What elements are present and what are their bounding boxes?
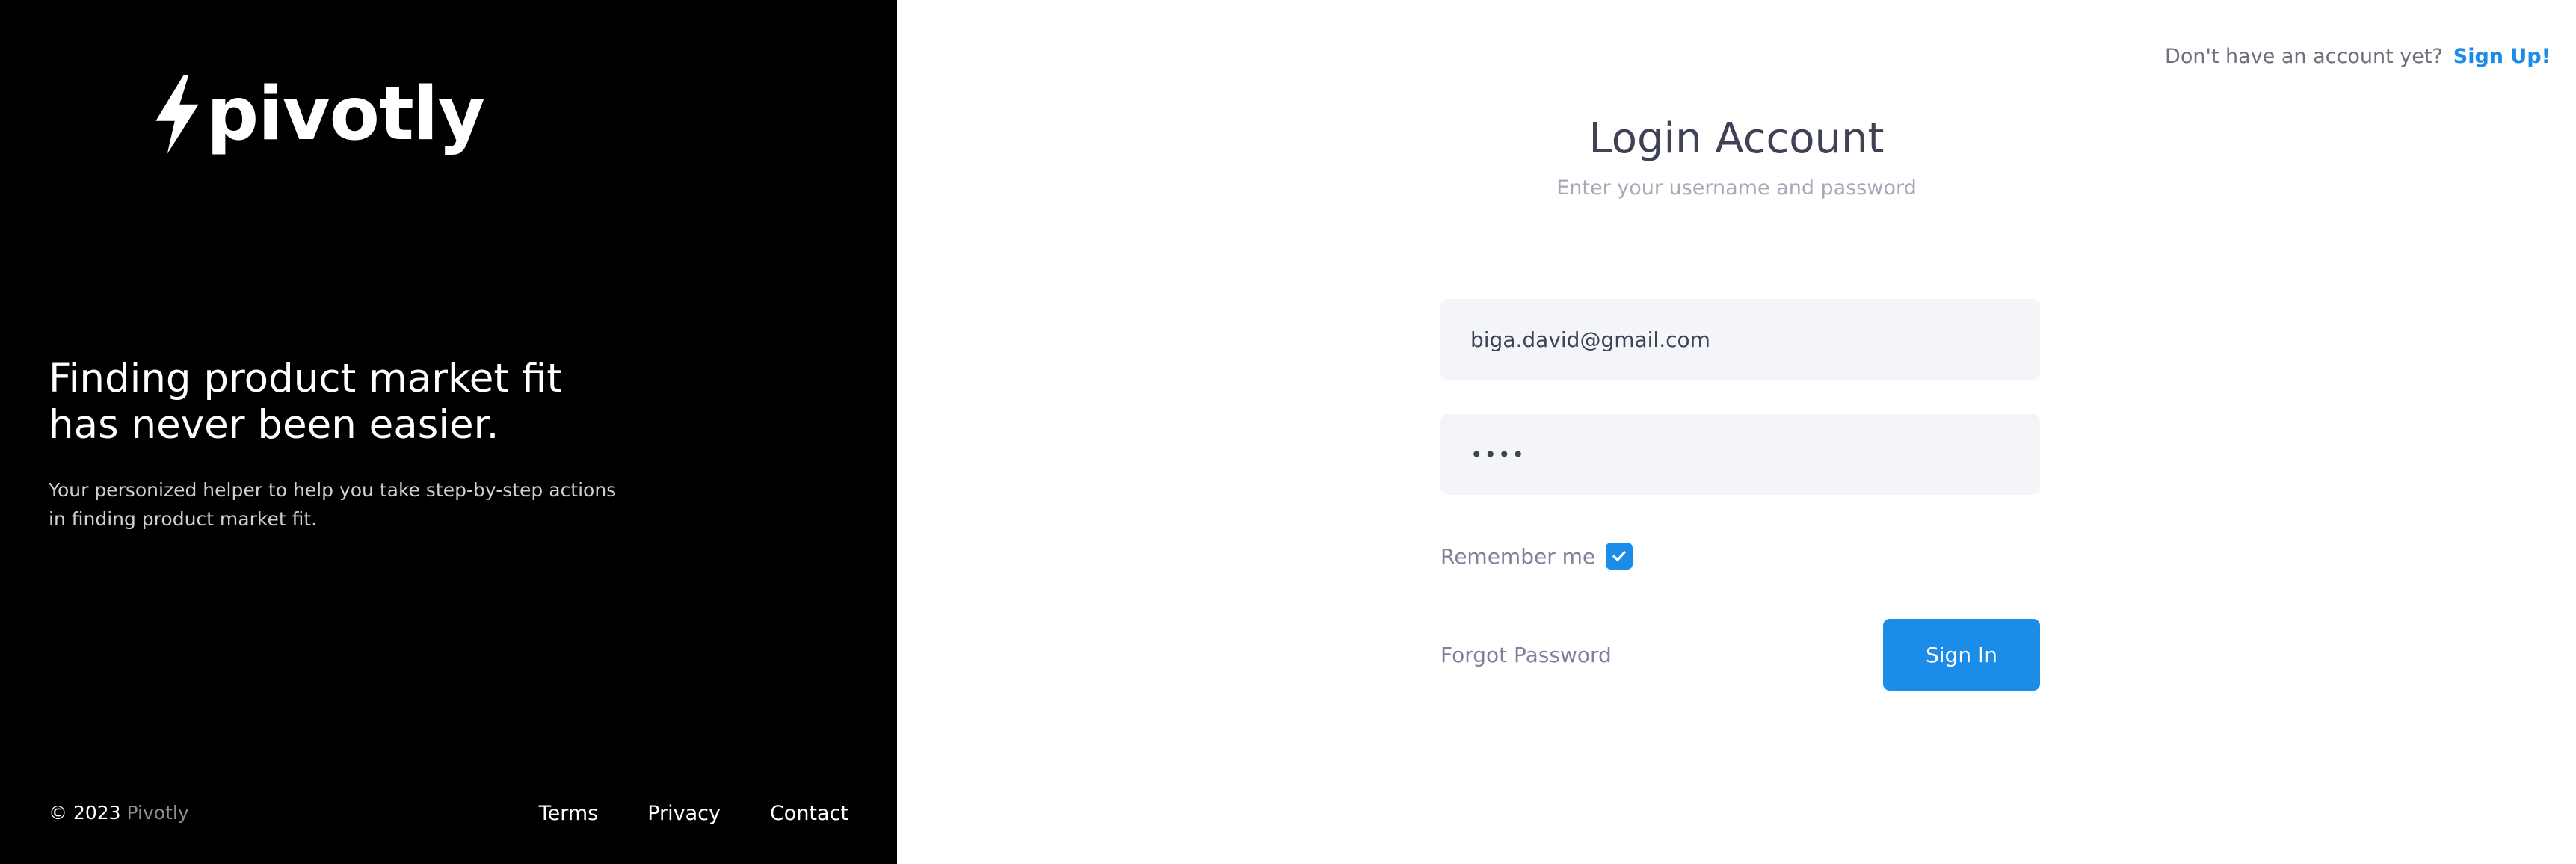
check-icon xyxy=(1612,551,1626,561)
brand-name: pivotly xyxy=(206,72,485,157)
signup-prompt: Don't have an account yet? xyxy=(2165,45,2443,68)
login-panel: Don't have an account yet? Sign Up! Logi… xyxy=(897,0,2576,864)
login-heading: Login Account Enter your username and pa… xyxy=(897,112,2576,200)
subtext-line: Your personized helper to help you take … xyxy=(49,479,617,501)
footer-link-privacy[interactable]: Privacy xyxy=(647,802,721,825)
hero-subtext: Your personized helper to help you take … xyxy=(49,475,721,534)
copyright-prefix: © 2023 xyxy=(49,802,121,824)
login-page: pivotly Finding product market fit has n… xyxy=(0,0,2576,864)
page-title: Login Account xyxy=(1589,114,1885,163)
headline-line: has never been easier. xyxy=(49,402,499,448)
lightning-bolt-icon xyxy=(155,75,199,154)
signup-prompt-row: Don't have an account yet? Sign Up! xyxy=(2165,45,2551,68)
remember-me-checkbox[interactable] xyxy=(1606,543,1633,570)
sign-in-button[interactable]: Sign In xyxy=(1883,619,2040,691)
copyright-brand: Pivotly xyxy=(126,802,189,824)
footer-link-terms[interactable]: Terms xyxy=(539,802,599,825)
headline-line: Finding product market fit xyxy=(49,356,563,401)
remember-me-row: Remember me xyxy=(1440,543,2040,570)
remember-me-label: Remember me xyxy=(1440,543,1596,569)
password-field[interactable] xyxy=(1440,414,2040,495)
page-subtitle: Enter your username and password xyxy=(1556,176,1917,200)
hero-headline: Finding product market fit has never bee… xyxy=(49,356,721,448)
brand-panel: pivotly Finding product market fit has n… xyxy=(0,0,897,864)
footer-links: Terms Privacy Contact xyxy=(539,802,848,825)
form-actions: Forgot Password Sign In xyxy=(1440,619,2040,691)
logo: pivotly xyxy=(150,72,485,157)
signup-link[interactable]: Sign Up! xyxy=(2453,45,2551,68)
login-form: Remember me Forgot Password Sign In xyxy=(1440,299,2040,691)
footer-link-contact[interactable]: Contact xyxy=(770,802,848,825)
forgot-password-link[interactable]: Forgot Password xyxy=(1440,643,1612,667)
email-field[interactable] xyxy=(1440,299,2040,380)
copyright: © 2023 Pivotly xyxy=(49,802,189,824)
subtext-line: in finding product market fit. xyxy=(49,508,318,530)
